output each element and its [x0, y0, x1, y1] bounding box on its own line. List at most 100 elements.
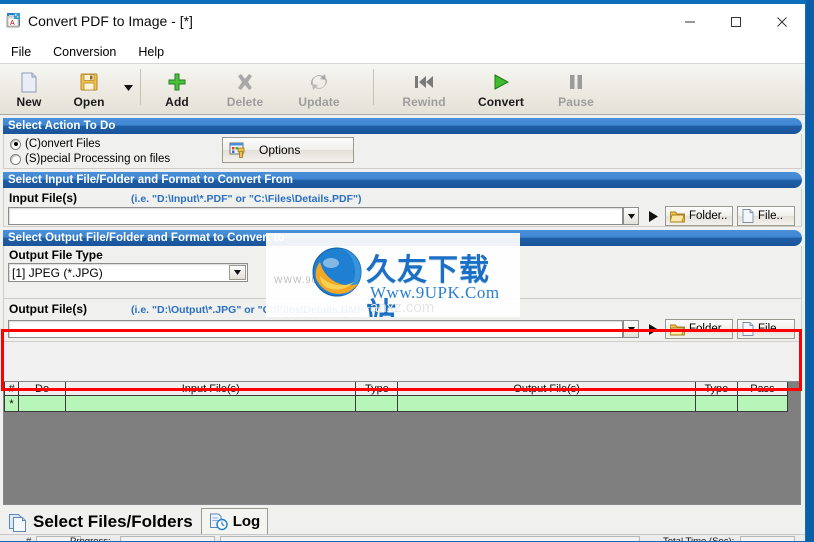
action-section-header: Select Action To Do [3, 118, 802, 134]
toolbar-pause-label: Pause [558, 95, 594, 109]
output-files-dropdown-button[interactable] [623, 320, 639, 338]
input-folder-browse-button[interactable]: Folder.. [665, 206, 733, 226]
minimize-button[interactable] [667, 4, 713, 40]
menu-file[interactable]: File [0, 42, 42, 62]
options-button[interactable]: Options [222, 137, 354, 163]
toolbar-update-button[interactable]: Update [281, 64, 357, 114]
input-files-go-button[interactable] [644, 207, 662, 225]
grid-col-num[interactable]: # [4, 382, 20, 396]
input-file-browse-button[interactable]: File.. [737, 206, 795, 226]
toolbar-update-label: Update [298, 95, 340, 109]
status-strip: # Progress: Total Time (Sec): [0, 534, 805, 542]
play-green-icon [491, 71, 511, 93]
grid-col-output-type[interactable]: Type [694, 382, 738, 396]
refresh-icon [309, 71, 329, 93]
file-grid[interactable]: # Do Input File(s) Type Output File(s) T… [3, 381, 801, 505]
input-file-browse-label: File.. [758, 210, 783, 222]
radio-convert-files-label: (C)onvert Files [25, 138, 101, 150]
output-folder-browse-button[interactable]: Folder.. [665, 319, 733, 339]
window-controls [667, 4, 805, 40]
output-files-field[interactable] [8, 320, 623, 338]
file-page-icon [742, 322, 754, 336]
grid-col-pass[interactable]: Pass [736, 382, 789, 396]
watermark-ghost-text: anxz.com [370, 299, 435, 316]
radio-special-processing-label: (S)pecial Processing on files [25, 153, 171, 165]
input-files-hint: (i.e. "D:\Input\*.PDF" or "C:\Files\Deta… [131, 193, 362, 205]
status-num-header: # [26, 536, 32, 542]
pause-icon [567, 71, 585, 93]
green-plus-icon [167, 71, 187, 93]
table-row[interactable]: * [4, 395, 789, 412]
application-window: A Convert PDF to Image - [*] File Conver… [0, 4, 806, 542]
output-files-label: Output File(s) [9, 302, 87, 316]
toolbar-rewind-button[interactable]: Rewind [386, 64, 462, 114]
chevron-down-icon[interactable] [229, 265, 246, 280]
maximize-button[interactable] [713, 4, 759, 40]
grid-cell-num: * [4, 395, 20, 412]
grid-col-output-files[interactable]: Output File(s) [397, 382, 696, 396]
radio-convert-files[interactable]: (C)onvert Files [10, 137, 170, 151]
file-page-icon [742, 209, 754, 223]
toolbar-open-button[interactable]: Open [58, 64, 120, 114]
toolbar-new-label: New [16, 95, 42, 109]
menu-conversion[interactable]: Conversion [42, 42, 127, 62]
toolbar-delete-button[interactable]: Delete [209, 64, 281, 114]
grid-cell-input[interactable] [65, 395, 357, 412]
toolbar-separator-1 [140, 69, 141, 105]
svg-text:A: A [10, 20, 15, 27]
grid-cell-pass[interactable] [736, 395, 789, 412]
toolbar-pause-button[interactable]: Pause [540, 64, 612, 114]
toolbar-new-button[interactable]: New [0, 64, 58, 114]
documents-copy-icon [8, 512, 28, 532]
bottom-tab-bar: Select Files/Folders Log [0, 507, 805, 535]
grid-cell-output-type[interactable] [694, 395, 738, 412]
output-file-browse-button[interactable]: File.. [737, 319, 795, 339]
toolbar-add-button[interactable]: Add [145, 64, 209, 114]
toolbar-rewind-label: Rewind [402, 95, 446, 109]
grid-cell-input-type[interactable] [355, 395, 399, 412]
grid-header-row: # Do Input File(s) Type Output File(s) T… [4, 382, 789, 396]
title-bar: A Convert PDF to Image - [*] [0, 4, 805, 41]
globe-swoosh-logo [310, 245, 364, 299]
status-progress-bar [120, 536, 215, 541]
output-file-type-combo[interactable]: [1] JPEG (*.JPG) [8, 263, 248, 282]
toolbar-open-dropdown-caret[interactable] [120, 64, 136, 112]
radio-special-processing[interactable]: (S)pecial Processing on files [10, 152, 170, 166]
pdf-document-icon: A [6, 13, 22, 29]
toolbar-convert-button[interactable]: Convert [462, 64, 540, 114]
status-progress-label: Progress: [70, 536, 111, 542]
output-folder-browse-label: Folder.. [689, 323, 728, 335]
grid-col-input-files[interactable]: Input File(s) [65, 382, 357, 396]
action-section: Select Action To Do (C)onvert Files (S)p… [0, 118, 805, 169]
menu-help[interactable]: Help [127, 42, 175, 62]
status-total-time-value [740, 536, 795, 541]
input-panel: Input File(s) (i.e. "D:\Input\*.PDF" or … [3, 188, 802, 227]
input-files-dropdown-button[interactable] [623, 207, 639, 225]
window-top-border [0, 0, 814, 4]
tab-select-files-folders[interactable]: Select Files/Folders [0, 508, 201, 535]
toolbar-add-label: Add [165, 95, 189, 109]
toolbar-separator-2 [373, 69, 374, 105]
open-folder-icon [670, 323, 685, 336]
status-detail-field [220, 536, 640, 541]
log-clock-icon [209, 512, 228, 531]
options-button-label: Options [259, 143, 301, 157]
output-file-type-label: Output File Type [9, 248, 103, 262]
floppy-save-icon [79, 71, 99, 93]
status-total-time-label: Total Time (Sec): [663, 536, 735, 542]
output-files-go-button[interactable] [644, 320, 662, 338]
input-files-field[interactable] [8, 207, 623, 225]
window-right-border [806, 0, 814, 542]
grid-col-do[interactable]: Do [18, 382, 67, 396]
action-radio-group: (C)onvert Files (S)pecial Processing on … [10, 137, 170, 167]
output-file-browse-label: File.. [758, 323, 783, 335]
tab-log[interactable]: Log [200, 508, 269, 535]
close-button[interactable] [759, 4, 805, 40]
grid-cell-do[interactable] [18, 395, 67, 412]
site-watermark-overlay: WWW.9UPK.COM 久友下载站 Www.9UPK.Com anxz.com [266, 233, 520, 317]
grid-cell-output[interactable] [397, 395, 696, 412]
radio-special-processing-dot [10, 153, 21, 165]
grid-col-input-type[interactable]: Type [355, 382, 399, 396]
new-page-icon [20, 71, 38, 93]
toolbar: New Open Add Delete Update Rewind Conver… [0, 64, 805, 115]
